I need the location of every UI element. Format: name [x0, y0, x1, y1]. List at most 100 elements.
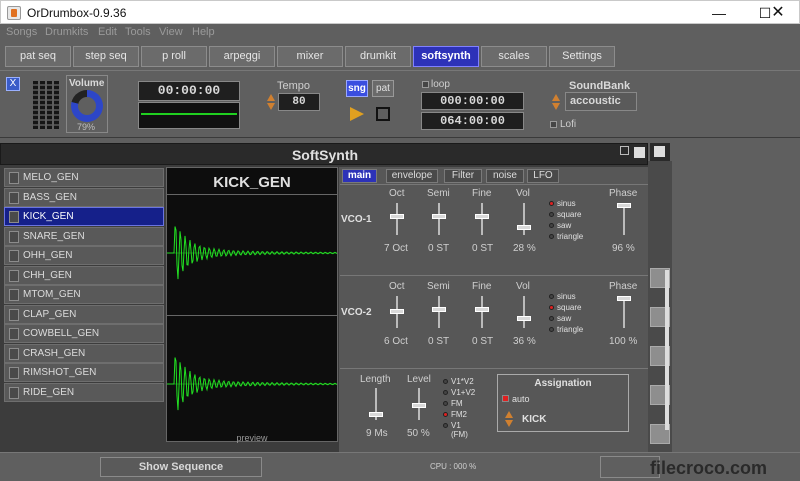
- show-sequence-button[interactable]: Show Sequence: [100, 457, 262, 477]
- vco1-semi-slider[interactable]: [432, 203, 446, 235]
- vco2-semi-slider[interactable]: [432, 296, 446, 328]
- vco2-vol-slider[interactable]: [517, 296, 531, 328]
- close-window-button[interactable]: ✕: [755, 1, 800, 25]
- subtab-noise[interactable]: noise: [486, 169, 524, 183]
- side-maximize-icon[interactable]: [654, 146, 665, 157]
- menu-edit[interactable]: Edit: [98, 26, 117, 38]
- generator-item[interactable]: COWBELL_GEN: [4, 324, 164, 343]
- tab-pat-seq[interactable]: pat seq: [5, 46, 71, 67]
- generator-item[interactable]: CLAP_GEN: [4, 305, 164, 324]
- generator-item[interactable]: SNARE_GEN: [4, 227, 164, 246]
- level-slider[interactable]: [412, 388, 426, 420]
- vco2-radio-sinus[interactable]: [549, 294, 554, 299]
- vco2-phase-slider[interactable]: [617, 296, 631, 328]
- mix-radio-fm[interactable]: [443, 401, 448, 406]
- loop-checkbox[interactable]: [422, 81, 429, 88]
- vco2-radio-saw[interactable]: [549, 316, 554, 321]
- vco1-fine-slider[interactable]: [475, 203, 489, 235]
- menu-help[interactable]: Help: [192, 26, 215, 38]
- soundbank-select[interactable]: accoustic: [565, 92, 637, 111]
- side-scrollbar[interactable]: [665, 270, 669, 430]
- vco1-radio-saw[interactable]: [549, 223, 554, 228]
- generator-item[interactable]: CRASH_GEN: [4, 344, 164, 363]
- tab-scales[interactable]: scales: [481, 46, 547, 67]
- auto-checkbox[interactable]: [502, 395, 509, 402]
- watermark-text: filecroco.com: [650, 458, 768, 478]
- menu-drumkits[interactable]: Drumkits: [45, 26, 88, 38]
- volume-knob[interactable]: [71, 90, 103, 122]
- generator-item[interactable]: RIMSHOT_GEN: [4, 363, 164, 382]
- minimize-button[interactable]: —: [696, 1, 742, 25]
- preview-label: preview: [236, 433, 268, 443]
- subtab-main[interactable]: main: [342, 169, 377, 183]
- assignation-value: KICK: [522, 414, 547, 425]
- subtab-filter[interactable]: Filter: [444, 169, 482, 183]
- tab-softsynth[interactable]: softsynth: [413, 46, 479, 67]
- vco2-oct-slider[interactable]: [390, 296, 404, 328]
- generator-item[interactable]: BASS_GEN: [4, 188, 164, 207]
- vco1-radio-square[interactable]: [549, 212, 554, 217]
- loop-start-display: 000:00:00: [421, 92, 524, 110]
- generator-item-selected[interactable]: KICK_GEN: [4, 207, 164, 226]
- cpu-label: CPU : 000 %: [430, 462, 477, 471]
- lofi-checkbox[interactable]: [550, 121, 557, 128]
- level-meter-right: [54, 81, 59, 129]
- soundbank-label: SoundBank: [569, 80, 631, 92]
- tempo-spinner[interactable]: [267, 94, 276, 110]
- generator-item[interactable]: RIDE_GEN: [4, 383, 164, 402]
- vco1-label: VCO-1: [341, 214, 372, 225]
- tab-step-seq[interactable]: step seq: [73, 46, 139, 67]
- close-panel-button[interactable]: X: [6, 77, 20, 91]
- tab-mixer[interactable]: mixer: [277, 46, 343, 67]
- length-label: Length: [360, 374, 391, 385]
- assignation-box: Assignation auto KICK: [497, 374, 629, 432]
- mix-radio-v1fm[interactable]: [443, 423, 448, 428]
- play-icon[interactable]: [350, 107, 364, 121]
- vco2-fine-slider[interactable]: [475, 296, 489, 328]
- stop-icon[interactable]: [376, 107, 390, 121]
- vco2-radio-triangle[interactable]: [549, 327, 554, 332]
- tab-settings[interactable]: Settings: [549, 46, 615, 67]
- subtab-envelope[interactable]: envelope: [386, 169, 438, 183]
- generator-item[interactable]: OHH_GEN: [4, 246, 164, 265]
- assignation-title: Assignation: [534, 378, 592, 389]
- maximize-panel-icon[interactable]: [634, 147, 645, 158]
- waveform-title: KICK_GEN: [213, 174, 291, 191]
- vco1-semi-value: 0 ST: [428, 243, 450, 254]
- generator-item[interactable]: MTOM_GEN: [4, 285, 164, 304]
- vco1-radio-sinus[interactable]: [549, 201, 554, 206]
- assignation-spinner[interactable]: [505, 411, 514, 427]
- tab-arpeggi[interactable]: arpeggi: [209, 46, 275, 67]
- menu-bar: Songs Drumkits Edit Tools View Help: [0, 24, 800, 42]
- song-mode-button[interactable]: sng: [346, 80, 368, 97]
- detach-icon[interactable]: [620, 146, 629, 155]
- tab-p-roll[interactable]: p roll: [141, 46, 207, 67]
- generator-item[interactable]: CHH_GEN: [4, 266, 164, 285]
- menu-songs[interactable]: Songs: [6, 26, 37, 38]
- window-title: OrDrumbox-0.9.36: [27, 6, 127, 20]
- vco2-radio-square[interactable]: [549, 305, 554, 310]
- vco1-radio-triangle[interactable]: [549, 234, 554, 239]
- mix-radio-v1xv2[interactable]: [443, 379, 448, 384]
- menu-view[interactable]: View: [159, 26, 183, 38]
- mix-radio-fm2[interactable]: [443, 412, 448, 417]
- vco1-oct-slider[interactable]: [390, 203, 404, 235]
- tempo-value[interactable]: 80: [278, 93, 320, 111]
- subtab-lfo[interactable]: LFO: [527, 169, 559, 183]
- tab-drumkit[interactable]: drumkit: [345, 46, 411, 67]
- vco1-phase-slider[interactable]: [617, 203, 631, 235]
- lofi-label: Lofi: [560, 119, 577, 130]
- mix-radio-v1pv2[interactable]: [443, 390, 448, 395]
- control-panel: X Volume 79% 00:00:00 Tempo 80 sng pat l…: [0, 70, 800, 138]
- loop-label: loop: [431, 79, 450, 90]
- vco1-vol-slider[interactable]: [517, 203, 531, 235]
- generator-item[interactable]: MELO_GEN: [4, 168, 164, 187]
- vco2-semi-value: 0 ST: [428, 336, 450, 347]
- length-slider[interactable]: [369, 388, 383, 420]
- pattern-mode-button[interactable]: pat: [372, 80, 394, 97]
- vco1-fine-value: 0 ST: [472, 243, 494, 254]
- level-meter-mid2: [47, 81, 52, 129]
- soundbank-spinner[interactable]: [552, 94, 561, 110]
- vco2-label: VCO-2: [341, 307, 372, 318]
- menu-tools[interactable]: Tools: [125, 26, 151, 38]
